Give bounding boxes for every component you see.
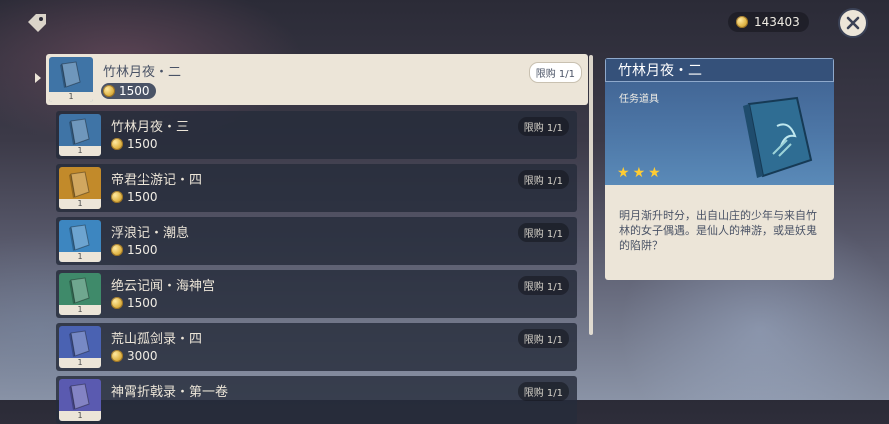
item-count: 1 [59, 146, 101, 156]
purchase-limit-badge: 限购 1/1 [517, 223, 569, 242]
price-value: 1500 [127, 190, 158, 204]
purchase-limit-badge: 限购 1/1 [517, 329, 569, 348]
list-scrollbar[interactable] [589, 55, 593, 335]
shop-item-row[interactable]: 1 荒山孤剑录・四 3000 限购 1/1 [56, 323, 577, 371]
star-icon: ★ [617, 165, 630, 181]
star-icon: ★ [632, 165, 646, 181]
book-icon [69, 383, 90, 410]
item-name: 浮浪记・潮息 [111, 226, 190, 241]
item-name: 荒山孤剑录・四 [111, 332, 203, 347]
purchase-limit-badge: 限购 1/1 [528, 62, 582, 83]
close-button[interactable] [838, 8, 868, 38]
item-count: 1 [59, 199, 101, 209]
item-thumbnail: 1 [59, 114, 101, 156]
selected-arrow-icon [35, 73, 41, 83]
mora-coin-icon [111, 191, 123, 203]
book-icon [69, 277, 90, 304]
close-icon [846, 16, 860, 30]
detail-description: 明月渐升时分，出自山庄的少年与来自竹林的女子偶遇。是仙人的神游，或是妖鬼的陷阱？ [619, 209, 817, 252]
item-thumbnail: 1 [59, 220, 101, 262]
star-icon: ★ [648, 165, 661, 181]
price-value: 1500 [127, 296, 158, 310]
price-value: 1500 [119, 84, 150, 98]
mora-coin-icon [111, 297, 123, 309]
shop-item-list[interactable]: 1 竹林月夜・二 1500 限购 1/1 1 竹林月夜・三 1500 限购 1/… [0, 52, 600, 424]
shop-item-row[interactable]: 1 竹林月夜・三 1500 限购 1/1 [56, 111, 577, 159]
mora-coin-icon [111, 244, 123, 256]
item-price: 3000 [111, 349, 158, 363]
item-price: 1500 [111, 137, 158, 151]
item-price: 1500 [111, 190, 158, 204]
item-thumbnail: 1 [59, 379, 101, 421]
item-thumbnail: 1 [49, 57, 93, 102]
detail-type: 任务道具 [619, 94, 659, 105]
price-value: 1500 [127, 137, 158, 151]
item-name: 竹林月夜・二 [103, 65, 182, 80]
item-thumbnail: 1 [59, 167, 101, 209]
purchase-limit-badge: 限购 1/1 [517, 276, 569, 295]
item-count: 1 [59, 411, 101, 421]
item-name: 绝云记闻・海神宫 [111, 279, 216, 294]
currency-display: 143403 [728, 12, 809, 32]
rarity-stars: ★ ★ ★ [617, 166, 661, 180]
purchase-limit-badge: 限购 1/1 [517, 170, 569, 189]
shop-item-row[interactable]: 1 绝云记闻・海神宫 1500 限购 1/1 [56, 270, 577, 318]
item-detail-panel: 竹林月夜・二 任务道具 ★ ★ ★ 明月渐升时分，出自山庄的少年与来自竹林的女子… [605, 58, 834, 280]
price-value: 1500 [127, 243, 158, 257]
mora-coin-icon [103, 85, 115, 97]
item-name: 竹林月夜・三 [111, 120, 190, 135]
book-icon [69, 171, 90, 198]
purchase-limit-badge: 限购 1/1 [517, 117, 569, 136]
book-icon [69, 118, 90, 145]
detail-header: 竹林月夜・二 任务道具 ★ ★ ★ [605, 58, 834, 185]
shop-tag-icon [24, 10, 50, 36]
shop-item-row[interactable]: 1 竹林月夜・二 1500 限购 1/1 [46, 54, 588, 105]
item-count: 1 [59, 305, 101, 315]
item-thumbnail: 1 [59, 273, 101, 315]
book-icon [60, 61, 81, 88]
item-count: 1 [49, 92, 93, 102]
price-value: 3000 [127, 349, 158, 363]
purchase-limit-badge: 限购 1/1 [517, 382, 569, 401]
mora-coin-icon [111, 138, 123, 150]
book-icon [743, 96, 813, 178]
item-name: 神霄折戟录・第一卷 [111, 385, 229, 400]
currency-amount: 143403 [754, 15, 800, 29]
detail-title: 竹林月夜・二 [605, 58, 834, 82]
shop-item-row[interactable]: 1 神霄折戟录・第一卷 限购 1/1 [56, 376, 577, 424]
item-count: 1 [59, 358, 101, 368]
item-price: 1500 [111, 243, 158, 257]
item-price: 1500 [111, 296, 158, 310]
item-price: 1500 [101, 83, 156, 99]
book-icon [69, 224, 90, 251]
mora-coin-icon [736, 16, 748, 28]
item-name: 帝君尘游记・四 [111, 173, 203, 188]
item-count: 1 [59, 252, 101, 262]
shop-item-row[interactable]: 1 帝君尘游记・四 1500 限购 1/1 [56, 164, 577, 212]
shop-item-row[interactable]: 1 浮浪记・潮息 1500 限购 1/1 [56, 217, 577, 265]
book-icon [69, 330, 90, 357]
item-thumbnail: 1 [59, 326, 101, 368]
mora-coin-icon [111, 350, 123, 362]
